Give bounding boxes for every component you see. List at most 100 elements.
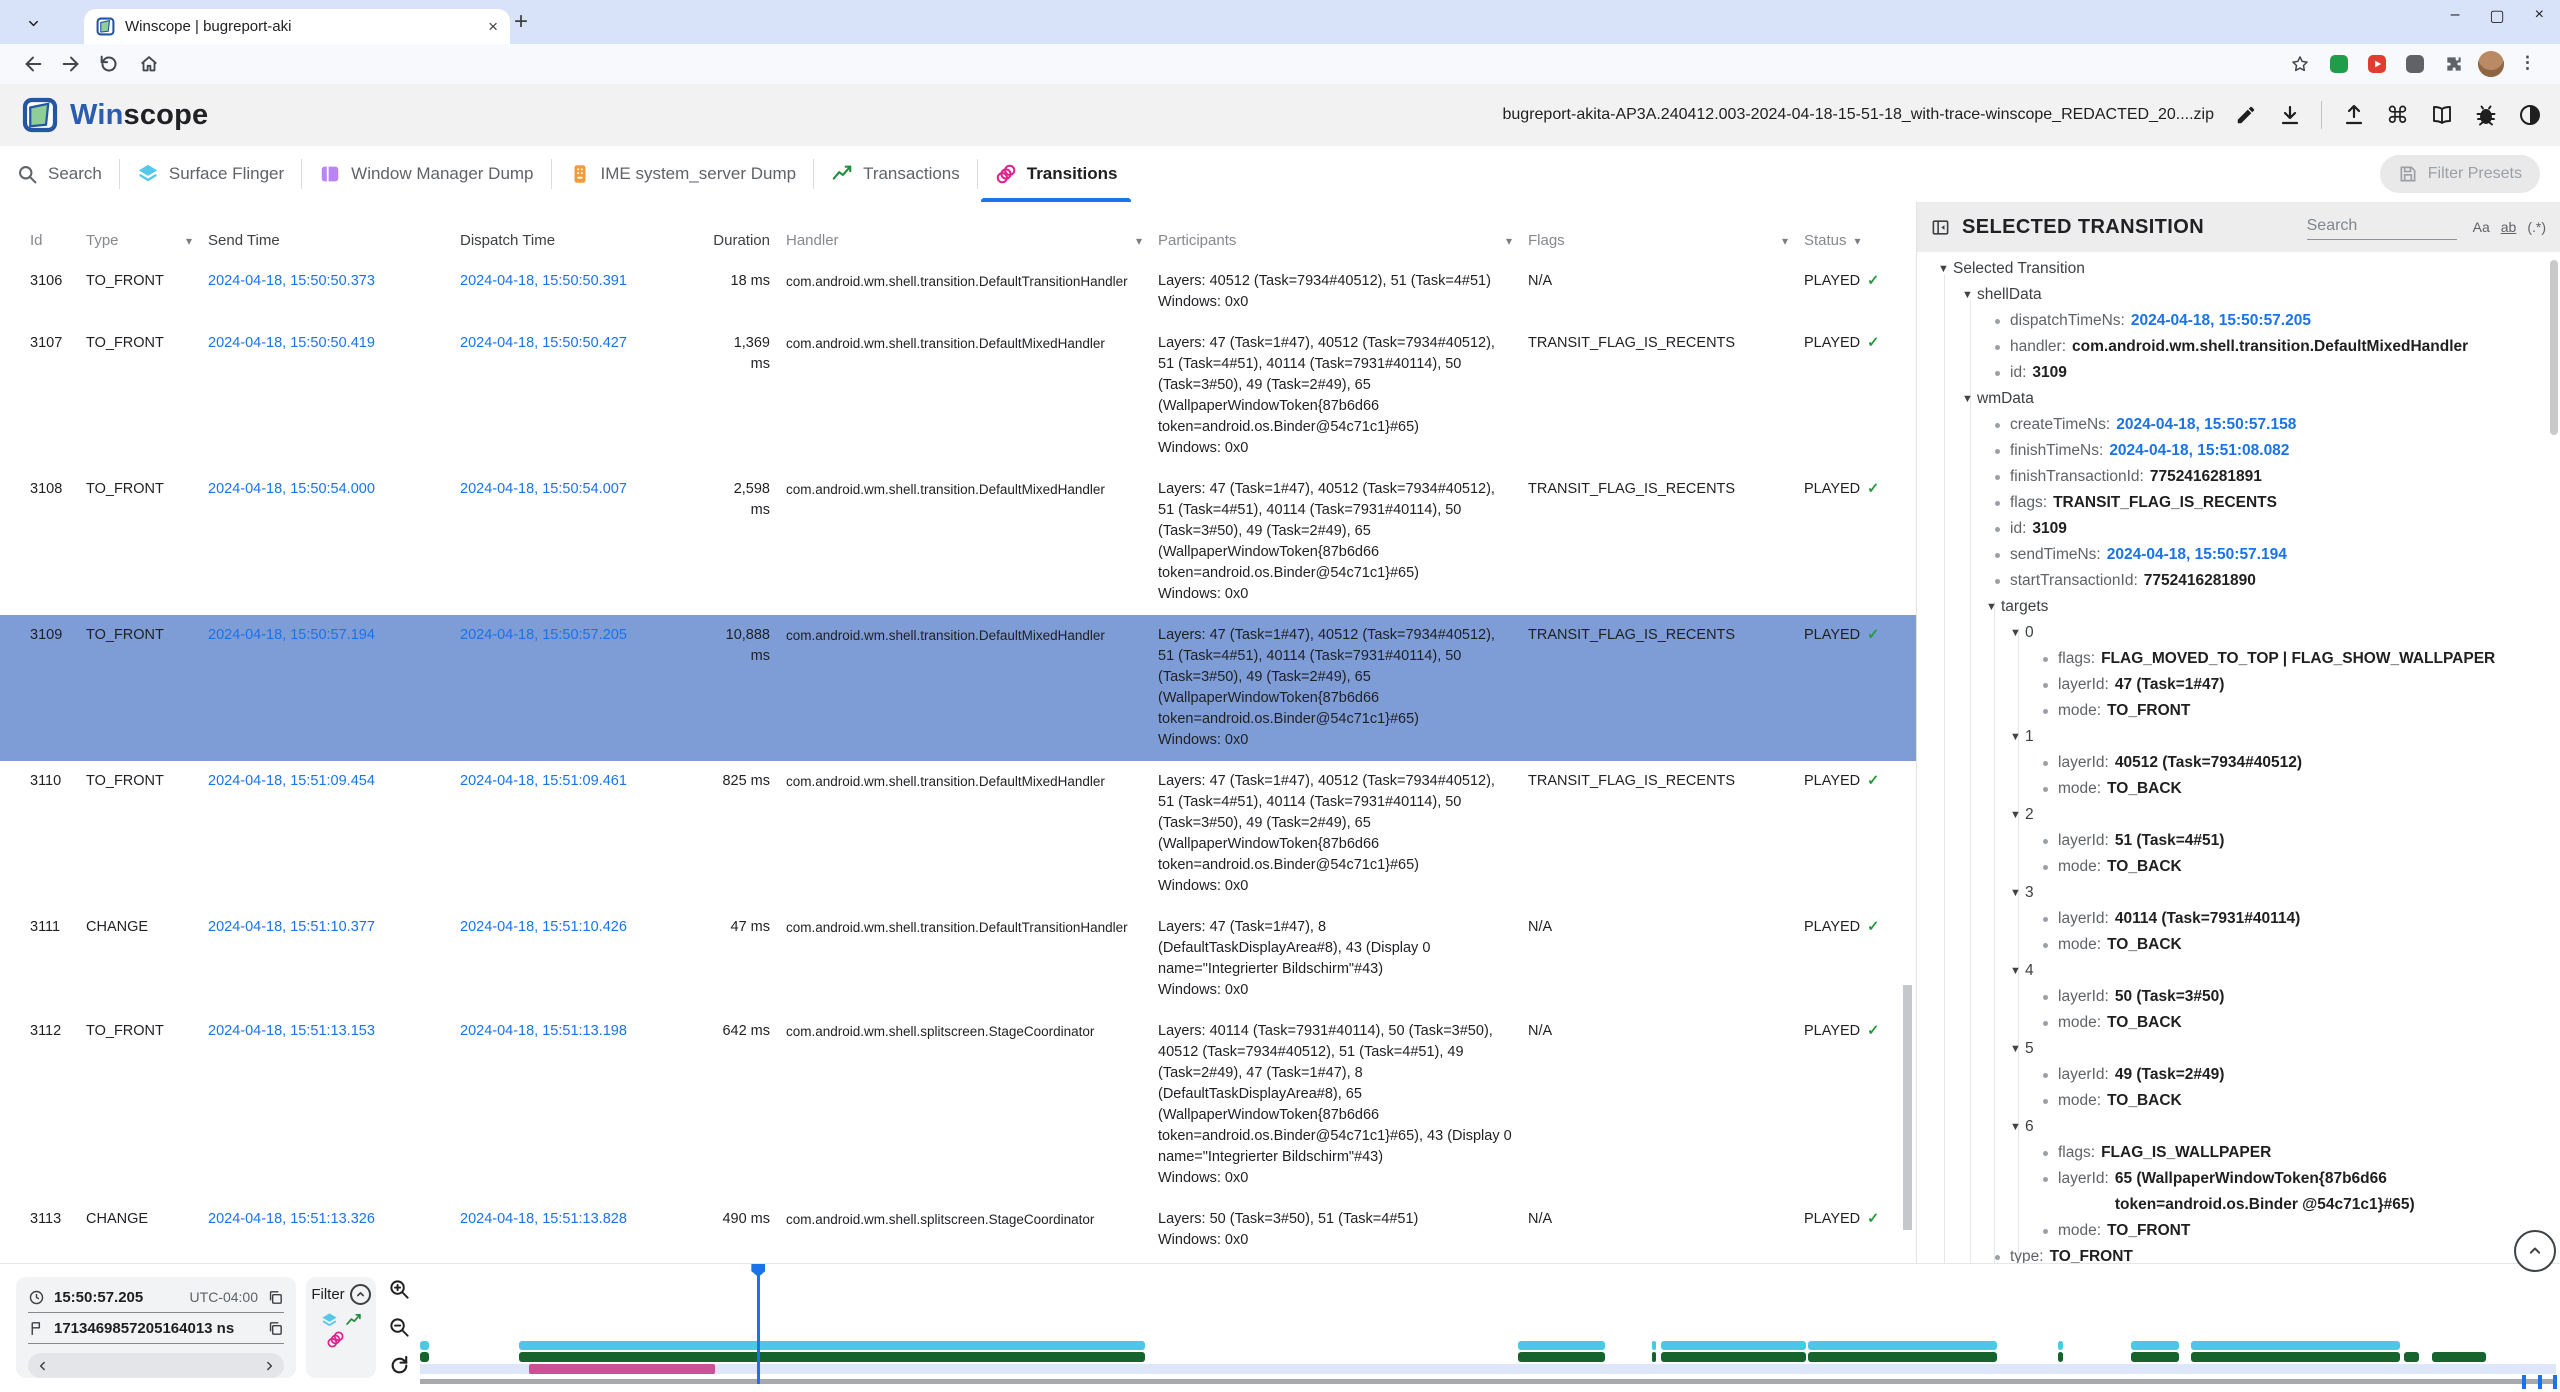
- property-value[interactable]: 2024-04-18, 15:50:57.194: [2107, 542, 2287, 568]
- scroll-left-icon[interactable]: [36, 1359, 50, 1373]
- expand-triangle-icon[interactable]: ▼: [1962, 386, 1977, 412]
- transition-row-3110[interactable]: 3110TO_FRONT2024-04-18, 15:51:09.4542024…: [0, 761, 1916, 907]
- transition-row-3106[interactable]: 3106TO_FRONT2024-04-18, 15:50:50.3732024…: [0, 261, 1916, 323]
- reload-icon[interactable]: [98, 53, 120, 75]
- expand-triangle-icon[interactable]: ▼: [1938, 256, 1953, 282]
- property-value[interactable]: 2024-04-18, 15:50:57.158: [2116, 412, 2296, 438]
- transition-row-3108[interactable]: 3108TO_FRONT2024-04-18, 15:50:54.0002024…: [0, 469, 1916, 615]
- property-value[interactable]: 2024-04-18, 15:50:57.205: [2131, 308, 2311, 334]
- forward-icon[interactable]: [60, 53, 82, 75]
- timeline-segment-green[interactable]: [420, 1352, 429, 1362]
- tree-node-6[interactable]: ▼6: [1917, 1114, 2560, 1140]
- timeline-segment-cyan[interactable]: [2191, 1341, 2400, 1350]
- tree-node-4[interactable]: ▼4: [1917, 958, 2560, 984]
- timeline-segment-green[interactable]: [519, 1352, 1145, 1362]
- column-header-handler[interactable]: Handler▾: [786, 232, 1158, 249]
- timeline-canvas[interactable]: [420, 1264, 2556, 1392]
- profile-avatar[interactable]: [2478, 51, 2504, 77]
- timeline-segment-green[interactable]: [2191, 1352, 2400, 1362]
- extension-icon[interactable]: [2406, 55, 2424, 73]
- expand-triangle-icon[interactable]: ▼: [2010, 620, 2025, 646]
- dispatch-time-link[interactable]: 2024-04-18, 15:50:50.427: [460, 323, 716, 469]
- regex-icon[interactable]: (.*): [2527, 219, 2546, 235]
- filter-dropdown-icon[interactable]: ▾: [186, 234, 192, 248]
- extension-icon[interactable]: [2330, 55, 2348, 73]
- scroll-range-tick[interactable]: [2553, 1375, 2557, 1389]
- back-icon[interactable]: [22, 53, 44, 75]
- match-word-icon[interactable]: ab: [2501, 219, 2517, 235]
- filter-presets-button[interactable]: Filter Presets: [2380, 155, 2540, 193]
- browser-menu-icon[interactable]: ⋮: [2519, 53, 2536, 73]
- scroll-range-tick[interactable]: [2522, 1375, 2526, 1389]
- expand-triangle-icon[interactable]: ▼: [1986, 594, 2001, 620]
- column-header-participants[interactable]: Participants▾: [1158, 232, 1528, 249]
- reset-zoom-icon[interactable]: [388, 1354, 411, 1377]
- expand-triangle-icon[interactable]: ▼: [2010, 802, 2025, 828]
- report-bug-icon[interactable]: [2473, 103, 2498, 128]
- window-minimize-button[interactable]: –: [2451, 6, 2460, 26]
- timeline-segment-cyan[interactable]: [1518, 1341, 1606, 1350]
- tree-node-3[interactable]: ▼3: [1917, 880, 2560, 906]
- transitions-filter-icon[interactable]: [326, 1330, 345, 1349]
- filter-dropdown-icon[interactable]: ▾: [1782, 234, 1788, 248]
- timeline-segment-cyan[interactable]: [1808, 1341, 1997, 1350]
- timeline-segment-green[interactable]: [1661, 1352, 1806, 1362]
- transactions-filter-icon[interactable]: [345, 1312, 362, 1329]
- zoom-in-icon[interactable]: [388, 1278, 411, 1301]
- upload-traces-icon[interactable]: [2341, 103, 2366, 128]
- timeline-segment-green[interactable]: [2131, 1352, 2179, 1362]
- keyboard-shortcuts-icon[interactable]: ⌘: [2385, 103, 2410, 128]
- tree-node-0[interactable]: ▼0: [1917, 620, 2560, 646]
- dispatch-time-link[interactable]: 2024-04-18, 15:50:50.391: [460, 261, 716, 323]
- tab-search-icon[interactable]: [20, 10, 46, 36]
- tree-node-selected-transition[interactable]: ▼Selected Transition: [1917, 256, 2560, 282]
- dark-mode-toggle-icon[interactable]: [2517, 103, 2542, 128]
- filter-dropdown-icon[interactable]: ▾: [1506, 234, 1512, 248]
- tree-node-2[interactable]: ▼2: [1917, 802, 2560, 828]
- timeline-segment-green[interactable]: [2404, 1352, 2419, 1362]
- dispatch-time-link[interactable]: 2024-04-18, 15:51:09.461: [460, 761, 716, 907]
- tab-ime-system-server-dump[interactable]: IME system_server Dump: [552, 146, 814, 202]
- send-time-link[interactable]: 2024-04-18, 15:50:54.000: [208, 469, 460, 615]
- timeline-segment-cyan[interactable]: [1661, 1341, 1806, 1350]
- scroll-to-top-button[interactable]: [2514, 1230, 2556, 1272]
- new-tab-button[interactable]: +: [514, 8, 528, 36]
- window-maximize-button[interactable]: ▢: [2490, 6, 2505, 26]
- send-time-link[interactable]: 2024-04-18, 15:50:50.419: [208, 323, 460, 469]
- timeline-segment-cyan[interactable]: [420, 1341, 429, 1350]
- dispatch-time-link[interactable]: 2024-04-18, 15:51:10.426: [460, 907, 716, 1011]
- tab-search[interactable]: Search: [0, 146, 119, 202]
- tree-node-1[interactable]: ▼1: [1917, 724, 2560, 750]
- send-time-link[interactable]: 2024-04-18, 15:50:50.373: [208, 261, 460, 323]
- extensions-puzzle-icon[interactable]: [2444, 54, 2464, 74]
- filter-dropdown-icon[interactable]: ▾: [1855, 234, 1861, 248]
- column-header-flags[interactable]: Flags▾: [1528, 232, 1804, 249]
- timeline-segment-cyan[interactable]: [519, 1341, 1145, 1350]
- timeline-segment-green[interactable]: [2058, 1352, 2062, 1362]
- column-header-type[interactable]: Type▾: [86, 232, 208, 249]
- send-time-link[interactable]: 2024-04-18, 15:51:09.454: [208, 761, 460, 907]
- timeline-segment-green[interactable]: [1652, 1352, 1656, 1362]
- collapse-filter-button[interactable]: [350, 1284, 371, 1305]
- bookmark-star-icon[interactable]: [2290, 54, 2310, 74]
- send-time-link[interactable]: 2024-04-18, 15:51:13.326: [208, 1199, 460, 1261]
- expand-triangle-icon[interactable]: ▼: [1962, 282, 1977, 308]
- tree-node-wmdata[interactable]: ▼wmData: [1917, 386, 2560, 412]
- expand-triangle-icon[interactable]: ▼: [2010, 724, 2025, 750]
- expand-triangle-icon[interactable]: ▼: [2010, 880, 2025, 906]
- tree-node-5[interactable]: ▼5: [1917, 1036, 2560, 1062]
- tree-node-shelldata[interactable]: ▼shellData: [1917, 282, 2560, 308]
- documentation-book-icon[interactable]: [2429, 103, 2454, 128]
- extension-youtube-icon[interactable]: [2368, 55, 2386, 73]
- timeline-segment-cyan[interactable]: [2131, 1341, 2179, 1350]
- tab-transactions[interactable]: Transactions: [814, 146, 977, 202]
- collapse-panel-icon[interactable]: [1931, 218, 1950, 237]
- expand-triangle-icon[interactable]: ▼: [2010, 958, 2025, 984]
- timeline-segment-green[interactable]: [2432, 1352, 2485, 1362]
- tree-node-targets[interactable]: ▼targets: [1917, 594, 2560, 620]
- expand-triangle-icon[interactable]: ▼: [2010, 1036, 2025, 1062]
- transition-row-3107[interactable]: 3107TO_FRONT2024-04-18, 15:50:50.4192024…: [0, 323, 1916, 469]
- dispatch-time-link[interactable]: 2024-04-18, 15:50:57.205: [460, 615, 716, 761]
- transition-row-3113[interactable]: 3113CHANGE2024-04-18, 15:51:13.3262024-0…: [0, 1199, 1916, 1261]
- timeline-cursor[interactable]: [757, 1267, 760, 1384]
